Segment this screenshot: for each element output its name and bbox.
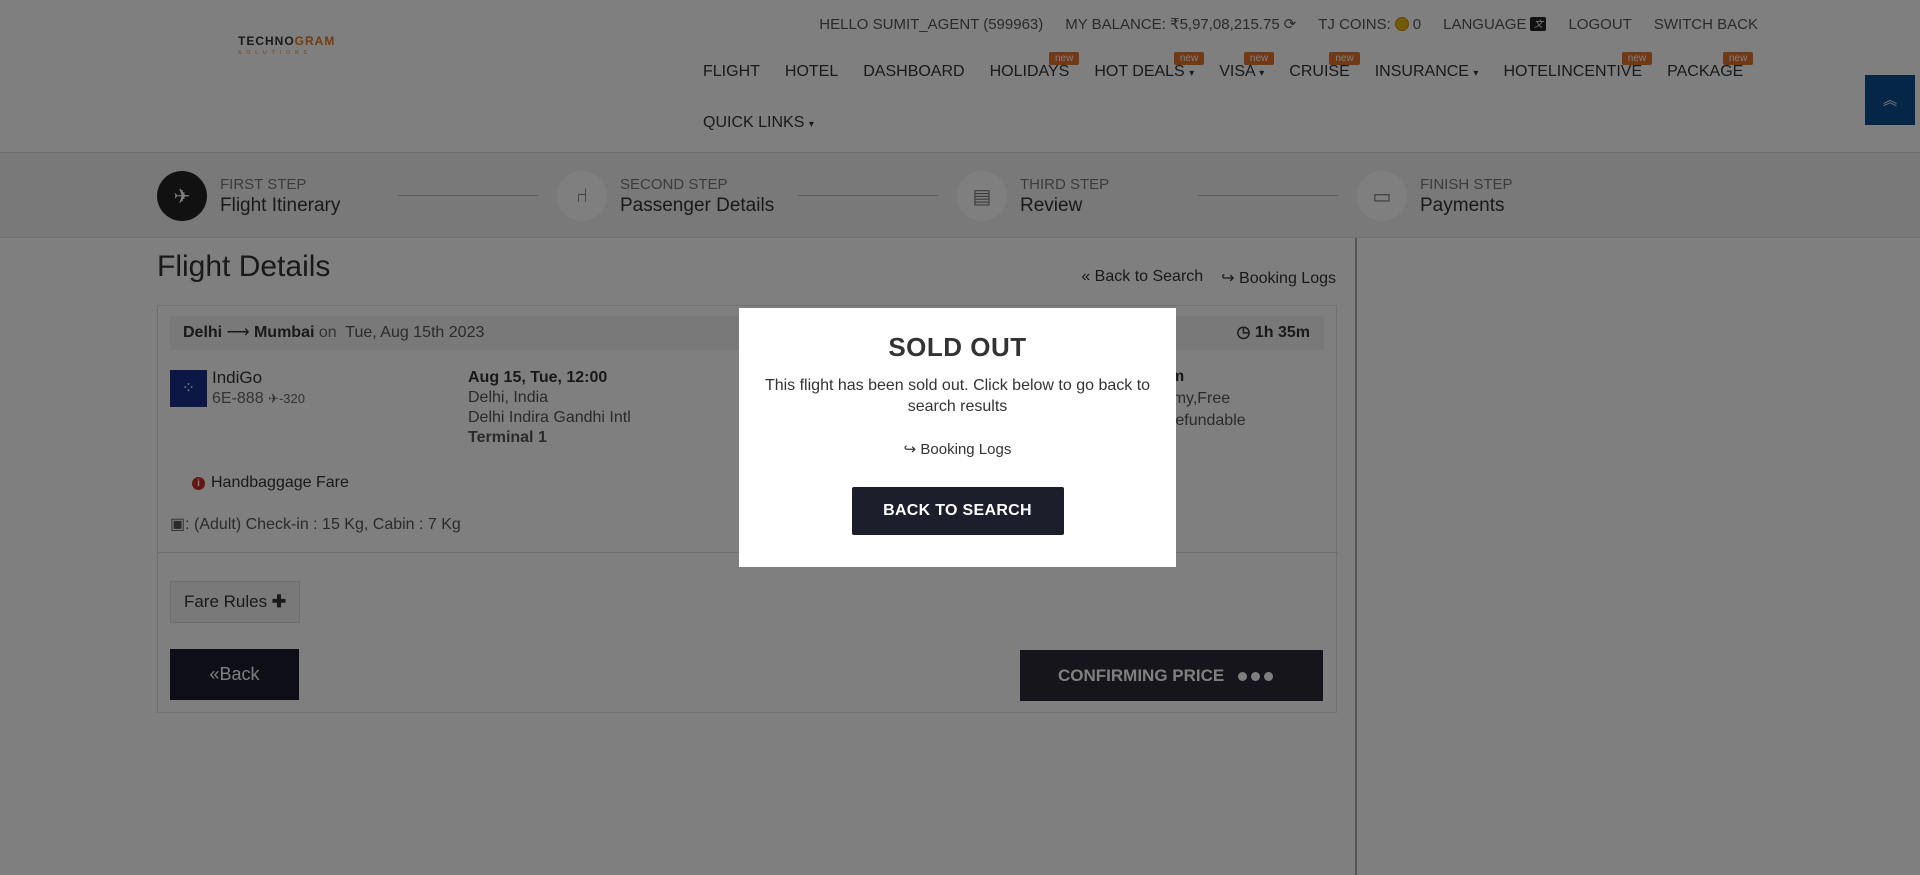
sold-out-modal: SOLD OUT This flight has been sold out. …	[739, 308, 1176, 567]
modal-booking-logs-link[interactable]: ↪ Booking Logs	[739, 440, 1176, 458]
share-icon: ↪	[903, 441, 917, 458]
modal-title: SOLD OUT	[888, 332, 1027, 362]
back-to-search-button[interactable]: BACK TO SEARCH	[851, 487, 1064, 535]
modal-message: This flight has been sold out. Click bel…	[764, 377, 1151, 415]
